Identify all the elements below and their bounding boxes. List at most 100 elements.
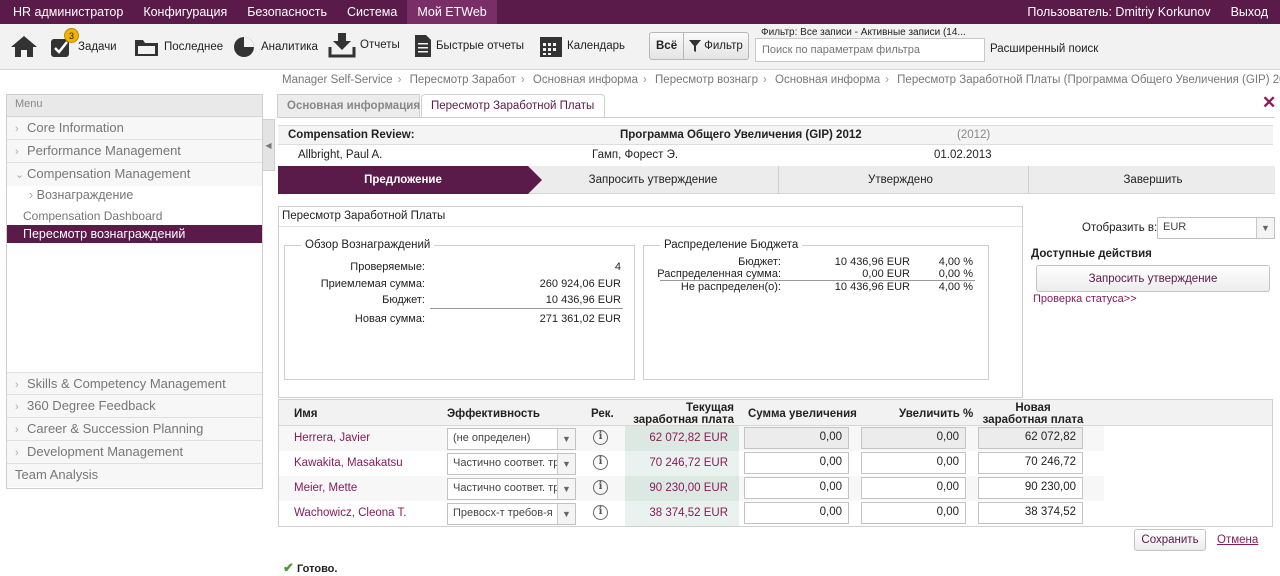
sidebar-item-label: Performance Management: [27, 143, 181, 158]
info-icon[interactable]: i: [593, 480, 608, 495]
sidebar-link-compensation-review[interactable]: Пересмотр вознаграждений: [7, 225, 262, 243]
sidebar-item-360-feedback[interactable]: › 360 Degree Feedback: [7, 395, 262, 418]
reports-button[interactable]: Отчеты: [328, 32, 400, 58]
folder-icon: [135, 40, 158, 56]
nav-security[interactable]: Безопасность: [237, 0, 337, 24]
salary-review-title: Пересмотр Заработной Платы: [282, 210, 446, 222]
info-icon[interactable]: i: [593, 455, 608, 470]
currency-select[interactable]: EUR ▼: [1157, 217, 1275, 239]
check-status-link[interactable]: Проверка статуса>>: [1033, 293, 1137, 305]
triangle-left-icon: ◀: [265, 141, 272, 150]
collapse-sidebar-handle[interactable]: ◀: [263, 119, 275, 171]
overview-value: 260 924,06 EUR: [539, 278, 621, 290]
new-salary-field[interactable]: 38 374,52: [978, 502, 1083, 524]
performance-value: Частично соответ. треб: [453, 482, 572, 494]
nav-system[interactable]: Система: [337, 0, 407, 24]
breadcrumb-item[interactable]: Manager Self-Service: [282, 74, 393, 86]
review-employee: Allbright, Paul A.: [298, 149, 383, 161]
sidebar-item-label: Development Management: [27, 444, 184, 459]
chevron-down-icon: ▼: [557, 454, 575, 474]
col-name[interactable]: Имя: [294, 408, 317, 420]
sidebar-item-skills[interactable]: › Skills & Competency Management: [7, 372, 262, 395]
col-new-salary[interactable]: Новая заработная плата: [982, 402, 1084, 426]
status-text: Готово.: [296, 563, 338, 575]
sidebar-link-compensation-dashboard[interactable]: Compensation Dashboard: [7, 207, 262, 225]
home-button[interactable]: [10, 34, 42, 58]
employee-name-link[interactable]: Meier, Mette: [294, 482, 357, 494]
employee-name-link[interactable]: Kawakita, Masakatsu: [294, 457, 403, 469]
sidebar-item-core-information[interactable]: › Core Information: [7, 117, 262, 140]
increase-amount-field[interactable]: 0,00: [744, 452, 849, 474]
chevron-right-icon: ›: [15, 146, 19, 158]
increase-percent-field[interactable]: 0,00: [861, 502, 966, 524]
cancel-link[interactable]: Отмена: [1217, 534, 1258, 546]
budget-percent: 0,00 %: [938, 268, 973, 280]
filter-button[interactable]: Фильтр: [684, 40, 748, 52]
nav-my-etweb[interactable]: Мой ETWeb: [407, 0, 497, 24]
performance-select[interactable]: (не определен) ▼: [447, 428, 576, 450]
current-salary: 90 230,00 EUR: [649, 482, 728, 494]
col-current-salary[interactable]: Текущая заработная плата: [630, 402, 734, 426]
increase-amount-field[interactable]: 0,00: [744, 502, 849, 524]
filter-button-group: Всё Фильтр: [649, 32, 749, 60]
analytics-button[interactable]: Аналитика: [233, 36, 318, 58]
performance-select[interactable]: Частично соответ. треб ▼: [447, 478, 576, 500]
col-performance[interactable]: Эффективность: [447, 408, 540, 420]
pie-chart-icon: [234, 37, 254, 57]
review-label: Compensation Review:: [288, 129, 415, 141]
close-icon[interactable]: ✕: [1262, 93, 1276, 113]
nav-hr-admin[interactable]: HR администратор: [0, 0, 133, 24]
request-approval-button[interactable]: Запросить утверждение: [1036, 265, 1270, 292]
logout-link[interactable]: Выход: [1221, 0, 1280, 24]
tab-basic-info[interactable]: Основная информация: [277, 94, 420, 118]
download-tray-icon: [328, 33, 356, 58]
increase-percent-field[interactable]: 0,00: [861, 477, 966, 499]
tab-salary-review[interactable]: Пересмотр Заработной Платы: [421, 94, 605, 118]
sidebar-item-career-succession[interactable]: › Career & Succession Planning: [7, 418, 262, 441]
sidebar-item-development[interactable]: › Development Management: [7, 441, 262, 464]
increase-amount-field: 0,00: [744, 427, 849, 449]
recent-button[interactable]: Последнее: [134, 36, 223, 58]
filter-search-input[interactable]: [755, 38, 985, 62]
current-salary: 70 246,72 EUR: [649, 457, 728, 469]
increase-percent-field[interactable]: 0,00: [861, 452, 966, 474]
tasks-button[interactable]: 3 Задачи: [50, 28, 117, 58]
info-icon[interactable]: i: [593, 430, 608, 445]
performance-select[interactable]: Частично соответ. треб ▼: [447, 453, 576, 475]
quick-reports-button[interactable]: Быстрые отчеты: [414, 34, 524, 58]
tasks-badge: 3: [64, 28, 79, 43]
col-increase-amount[interactable]: Сумма увеличения: [748, 408, 857, 420]
col-recommendation[interactable]: Рек.: [591, 408, 614, 420]
sidebar-item-performance-management[interactable]: › Performance Management: [7, 140, 262, 163]
breadcrumb-item[interactable]: Основная информа: [533, 74, 638, 86]
chevron-down-icon: ▼: [557, 479, 575, 499]
all-button[interactable]: Всё: [650, 33, 685, 59]
nav-configuration[interactable]: Конфигурация: [133, 0, 237, 24]
review-info-row: Allbright, Paul A. Гамп, Форест Э. 01.02…: [278, 146, 1273, 166]
sidebar-item-team-analysis[interactable]: Team Analysis: [7, 464, 262, 487]
new-salary-field[interactable]: 90 230,00: [978, 477, 1083, 499]
calendar-button[interactable]: Календарь: [539, 34, 625, 58]
employee-name-link[interactable]: Wachowicz, Cleona T.: [294, 507, 407, 519]
employee-name-link[interactable]: Herrera, Javier: [294, 432, 370, 444]
advanced-search-link[interactable]: Расширенный поиск: [990, 43, 1098, 55]
breadcrumb-item[interactable]: Пересмотр вознагр: [655, 74, 758, 86]
overview-label: Бюджет:: [382, 294, 425, 306]
breadcrumb-item[interactable]: Пересмотр Заработ: [410, 74, 516, 86]
budget-amount: 10 436,96 EUR: [834, 256, 910, 268]
sidebar-item-compensation-management[interactable]: ⌄ Compensation Management: [7, 163, 262, 186]
new-salary-field[interactable]: 70 246,72: [978, 452, 1083, 474]
sidebar-subitem-rewards[interactable]: › Вознаграждение: [7, 186, 262, 205]
save-button[interactable]: Сохранить: [1134, 529, 1206, 551]
sidebar-menu: Menu › Core Information › Performance Mana…: [6, 94, 263, 489]
col-increase-percent[interactable]: Увеличить %: [899, 408, 973, 420]
increase-amount-field[interactable]: 0,00: [744, 477, 849, 499]
breadcrumb-item[interactable]: Основная информа: [775, 74, 880, 86]
budget-percent: 4,00 %: [938, 281, 973, 293]
current-salary: 62 072,82 EUR: [649, 432, 728, 444]
info-icon[interactable]: i: [593, 505, 608, 520]
chevron-right-icon: ›: [15, 123, 19, 135]
tasks-label: Задачи: [78, 41, 117, 53]
performance-select[interactable]: Превосх-т требов-я ▼: [447, 503, 576, 525]
